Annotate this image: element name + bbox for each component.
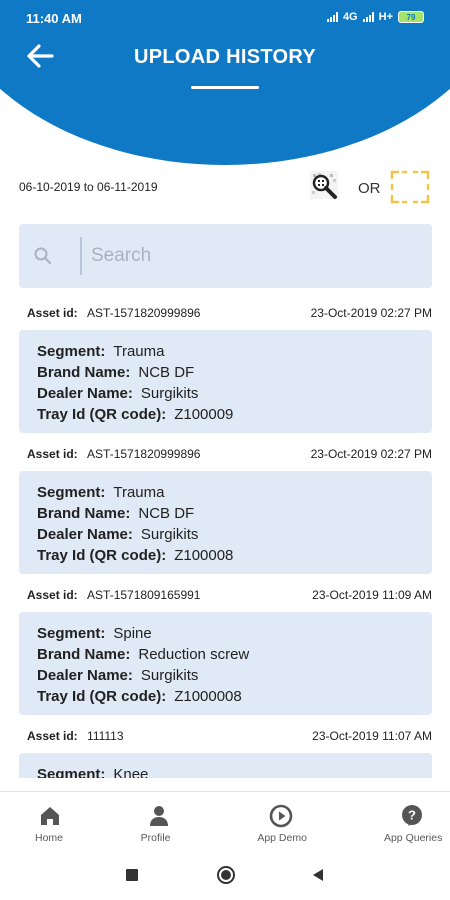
brand-name-value: Reduction screw: [138, 646, 250, 663]
circle-icon: [217, 866, 235, 884]
dealer-name-value: Surgikits: [140, 526, 199, 543]
list-item: Asset id: AST-1571809165991 23-Oct-2019 …: [0, 580, 450, 721]
status-bar: 11:40 AM 4G H+ 79: [0, 0, 450, 36]
asset-id-label: Asset id:: [27, 588, 78, 602]
search-divider: [80, 237, 82, 275]
entry-date: 23-Oct-2019 11:09 AM: [312, 588, 432, 602]
asset-id-label: Asset id:: [27, 447, 78, 461]
nav-home-label: Home: [35, 832, 64, 844]
home-icon: [41, 807, 59, 825]
status-icons: 4G H+ 79: [326, 11, 424, 23]
tray-id-value: Z1000008: [174, 688, 242, 705]
asset-id-value: AST-1571809165991: [87, 588, 201, 602]
upload-list[interactable]: Asset id: AST-1571820999896 23-Oct-2019 …: [0, 298, 450, 778]
segment-value: Spine: [113, 625, 152, 642]
status-time: 11:40 AM: [26, 11, 82, 26]
segment-value: Trauma: [113, 343, 165, 360]
title-underline: [191, 86, 259, 89]
upload-history-screen: 11:40 AM 4G H+ 79 UPLOAD HISTORY 06-10-2…: [0, 0, 450, 900]
tray-id-label: Tray Id (QR code):: [37, 688, 167, 705]
page-title: UPLOAD HISTORY: [134, 46, 316, 68]
entry-header: Asset id: 111113 23-Oct-2019 11:07 AM: [27, 729, 432, 743]
upload-card[interactable]: Segment: Trauma Brand Name: NCB DF Dealer …: [19, 330, 432, 433]
home-system-button[interactable]: [216, 865, 236, 885]
upload-card[interactable]: Segment: Knee: [19, 753, 432, 778]
scan-frame-icon: [390, 170, 430, 204]
bottom-navigation: Home Profile App Demo ? App Queries: [0, 791, 450, 857]
upload-card[interactable]: Segment: Trauma Brand Name: NCB DF Dealer …: [19, 471, 432, 574]
dealer-name-label: Dealer Name:: [37, 385, 133, 402]
list-item: Asset id: 111113 23-Oct-2019 11:07 AM Se…: [0, 721, 450, 778]
segment-label: Segment:: [37, 484, 106, 501]
segment-label: Segment:: [37, 766, 106, 778]
dealer-name-value: Surgikits: [140, 385, 199, 402]
nav-home[interactable]: Home: [0, 792, 112, 858]
dealer-name-value: Surgikits: [140, 667, 199, 684]
signal-icon: [326, 12, 338, 22]
entry-date: 23-Oct-2019 02:27 PM: [310, 447, 432, 461]
triangle-back-icon: [313, 869, 323, 881]
nav-app-demo-label: App Demo: [257, 832, 307, 844]
entry-date: 23-Oct-2019 02:27 PM: [310, 306, 432, 320]
nav-app-demo[interactable]: App Demo: [225, 792, 337, 858]
brand-name-label: Brand Name:: [37, 646, 131, 663]
tray-id-label: Tray Id (QR code):: [37, 406, 167, 423]
tray-id-value: Z100008: [174, 547, 234, 564]
date-range-filter[interactable]: 06-10-2019 to 06-11-2019: [19, 180, 158, 194]
upload-card[interactable]: Segment: Spine Brand Name: Reduction screw…: [19, 612, 432, 715]
brand-name-value: NCB DF: [138, 364, 195, 381]
entry-date: 23-Oct-2019 11:07 AM: [312, 729, 432, 743]
profile-icon: [149, 806, 168, 826]
asset-id-value: AST-1571820999896: [87, 447, 201, 461]
entry-header: Asset id: AST-1571809165991 23-Oct-2019 …: [27, 588, 432, 602]
tray-id-label: Tray Id (QR code):: [37, 547, 167, 564]
list-item: Asset id: AST-1571820999896 23-Oct-2019 …: [0, 298, 450, 439]
dealer-name-label: Dealer Name:: [37, 526, 133, 543]
system-navigation-bar: [0, 857, 450, 900]
recents-button[interactable]: [126, 869, 138, 881]
network-type-2: H+: [378, 11, 393, 23]
brand-name-value: NCB DF: [138, 505, 195, 522]
asset-id-label: Asset id:: [27, 729, 78, 743]
signal-icon-2: [362, 12, 374, 22]
search-bar: [19, 224, 432, 288]
network-type: 4G: [342, 11, 358, 23]
segment-value: Knee: [113, 766, 149, 778]
dealer-name-label: Dealer Name:: [37, 667, 133, 684]
play-icon: [270, 804, 293, 828]
nav-app-queries-label: App Queries: [383, 832, 443, 844]
header: 11:40 AM 4G H+ 79 UPLOAD HISTORY: [0, 0, 450, 170]
asset-id-value: AST-1571820999896: [87, 306, 201, 320]
system-back-button[interactable]: [310, 867, 326, 883]
nav-app-queries[interactable]: ? App Queries: [338, 792, 450, 858]
search-icon: [34, 247, 52, 265]
brand-name-label: Brand Name:: [37, 505, 131, 522]
help-icon: ?: [401, 805, 422, 826]
tray-id-value: Z100009: [174, 406, 234, 423]
entry-header: Asset id: AST-1571820999896 23-Oct-2019 …: [27, 306, 432, 320]
or-separator: OR: [358, 180, 381, 197]
qr-scanner-icon: [310, 171, 338, 199]
nav-profile-label: Profile: [140, 832, 171, 844]
svg-text:?: ?: [408, 808, 416, 823]
battery-icon: 79: [398, 11, 424, 23]
brand-name-label: Brand Name:: [37, 364, 131, 381]
segment-label: Segment:: [37, 625, 106, 642]
entry-header: Asset id: AST-1571820999896 23-Oct-2019 …: [27, 447, 432, 461]
search-input[interactable]: [91, 242, 411, 270]
segment-value: Trauma: [113, 484, 165, 501]
qr-scan-button[interactable]: [306, 169, 342, 205]
segment-label: Segment:: [37, 343, 106, 360]
asset-id-label: Asset id:: [27, 306, 78, 320]
asset-id-value: 111113: [87, 729, 124, 743]
nav-profile[interactable]: Profile: [113, 792, 225, 858]
list-item: Asset id: AST-1571820999896 23-Oct-2019 …: [0, 439, 450, 580]
scan-frame-button[interactable]: [389, 168, 431, 206]
